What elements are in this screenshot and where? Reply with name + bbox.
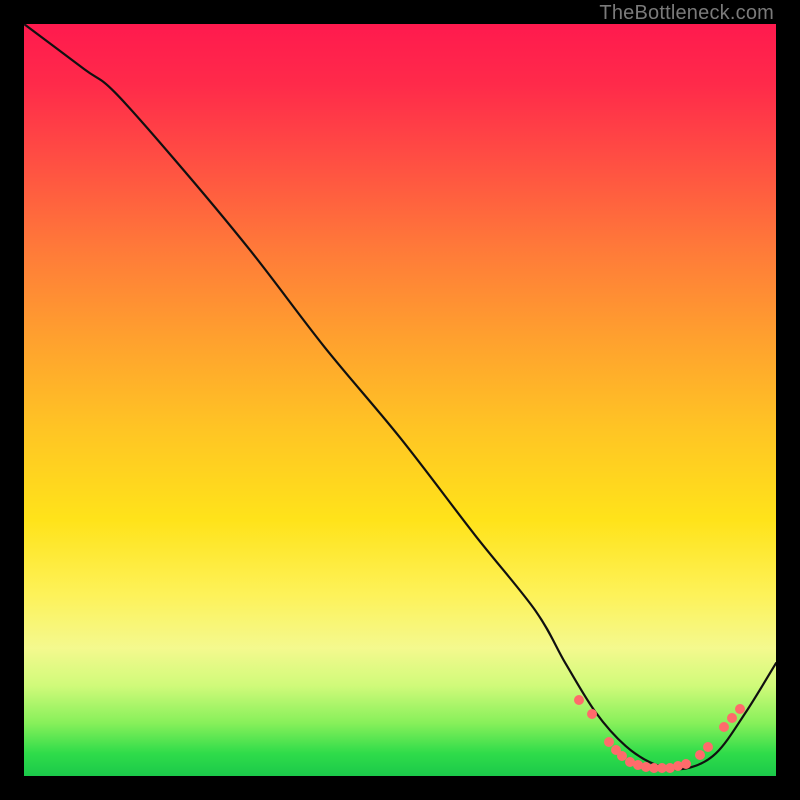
plot-area xyxy=(24,24,776,776)
valley-dots xyxy=(574,695,745,773)
valley-dot xyxy=(587,709,597,719)
valley-dot xyxy=(719,722,729,732)
valley-dot xyxy=(695,750,705,760)
valley-dot xyxy=(727,713,737,723)
valley-dot xyxy=(681,759,691,769)
valley-dot xyxy=(574,695,584,705)
valley-dot xyxy=(617,751,627,761)
bottleneck-curve xyxy=(24,24,776,769)
valley-dot xyxy=(604,737,614,747)
chart-frame: TheBottleneck.com xyxy=(0,0,800,800)
attribution-text: TheBottleneck.com xyxy=(599,2,774,25)
valley-dot xyxy=(703,742,713,752)
valley-dot xyxy=(735,704,745,714)
curve-layer xyxy=(24,24,776,776)
